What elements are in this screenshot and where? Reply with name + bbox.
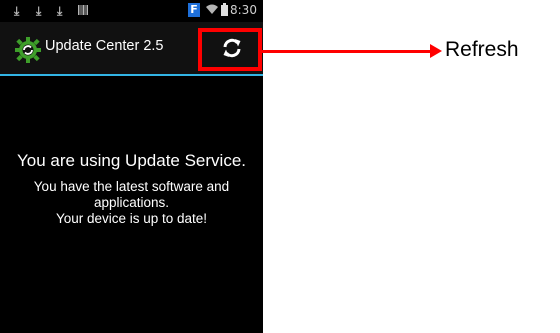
status-bar: ⤓ ⤓ ⤓ F 8:30 (0, 0, 263, 22)
download-icon: ⤓ (36, 4, 42, 18)
status-message-line1: You have the latest software and applica… (33, 179, 230, 210)
refresh-highlight-box (198, 28, 262, 71)
barcode-icon (78, 4, 88, 19)
callout-arrow-head (430, 44, 442, 58)
status-time: 8:30 (230, 3, 257, 17)
app-title: Update Center 2.5 (45, 38, 164, 54)
download-icon: ⤓ (57, 4, 63, 18)
f-badge-icon: F (188, 3, 200, 17)
action-bar-divider (0, 74, 263, 76)
status-headline: You are using Update Service. (16, 151, 247, 170)
gear-sync-icon[interactable] (14, 36, 42, 64)
refresh-callout-label: Refresh (445, 38, 519, 61)
battery-icon (221, 3, 228, 19)
wifi-icon (205, 3, 219, 18)
download-icon: ⤓ (14, 4, 20, 18)
status-message: You are using Update Service. You have t… (0, 150, 263, 227)
status-message-line2: Your device is up to date! (55, 211, 208, 226)
callout-arrow-line (262, 50, 432, 53)
